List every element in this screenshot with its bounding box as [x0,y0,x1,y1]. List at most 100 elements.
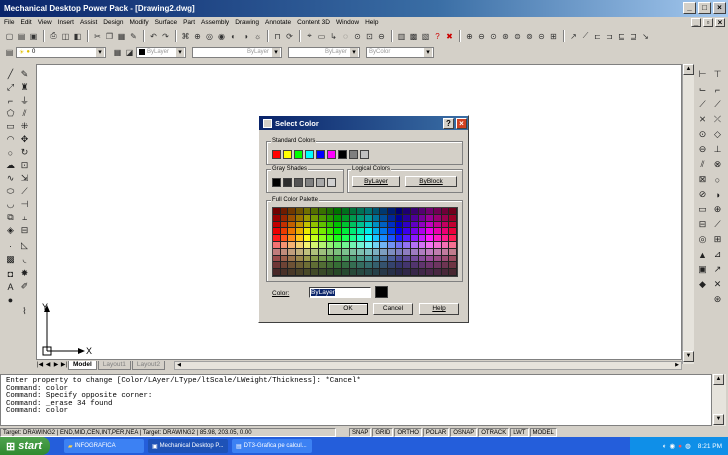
palette-cell[interactable] [349,269,358,276]
spline-icon[interactable]: ∿ [5,173,16,184]
palette-cell[interactable] [364,228,373,236]
palette-cell[interactable] [280,255,289,263]
palette-cell[interactable] [349,228,358,236]
palette-cell[interactable] [426,255,434,263]
palette-cell[interactable] [311,208,319,215]
zoom-scale-icon[interactable]: ⊜ [512,31,523,42]
palette-cell[interactable] [303,214,312,222]
palette-cell[interactable] [433,235,442,242]
join-icon[interactable]: ⊟ [19,225,30,236]
palette-cell[interactable] [426,262,434,270]
palette-cell[interactable] [318,208,327,215]
tolerance-icon[interactable]: ▭ [697,204,708,215]
snap-apparent-icon[interactable]: ⤫ [712,114,723,125]
palette-cell[interactable] [357,248,365,256]
palette-cell[interactable] [410,255,419,263]
zoom-extents-icon[interactable]: ⊛ [500,31,511,42]
tray-icon[interactable]: ● [678,443,682,450]
palette-cell[interactable] [372,248,381,256]
view-top-icon[interactable]: ▣ [697,264,708,275]
palette-cell[interactable] [288,214,296,222]
palette-cell[interactable] [364,242,373,249]
snap-node-icon[interactable]: ⊗ [712,159,723,170]
palette-cell[interactable] [341,208,350,215]
palette-cell[interactable] [395,208,404,215]
palette-cell[interactable] [295,221,304,229]
palette-cell[interactable] [364,248,373,256]
explode-icon[interactable]: ✸ [19,268,30,279]
palette-cell[interactable] [441,255,450,263]
status-ortho[interactable]: ORTHO [394,427,422,437]
palette-cell[interactable] [280,262,289,270]
orbit-icon[interactable]: ◌ [340,31,351,42]
palette-cell[interactable] [288,221,296,229]
palette-cell[interactable] [341,235,350,242]
tab-layout2[interactable]: Layout2 [131,361,166,370]
palette-cell[interactable] [387,208,396,215]
scale-icon[interactable]: ⊡ [19,160,30,171]
palette-cell[interactable] [334,262,342,270]
palette-cell[interactable] [288,255,296,263]
palette-cell[interactable] [341,262,350,270]
palette-cell[interactable] [326,242,335,249]
palette-cell[interactable] [380,228,388,236]
palette-cell[interactable] [295,208,304,215]
palette-cell[interactable] [372,269,381,276]
status-model[interactable]: MODEL [529,427,557,437]
palette-cell[interactable] [295,228,304,236]
palette-cell[interactable] [318,262,327,270]
paint-icon[interactable]: ♜ [19,82,30,93]
mirror-icon[interactable]: ⏚ [19,95,30,106]
menu-surface[interactable]: Surface [155,19,177,26]
zoom-all-icon[interactable]: ⊙ [488,31,499,42]
palette-cell[interactable] [280,228,289,236]
palette-cell[interactable] [349,235,358,242]
palette-cell[interactable] [334,235,342,242]
snap-settings-icon[interactable]: ◑ [712,189,723,200]
designcenter-icon[interactable]: ▩ [408,31,419,42]
print-icon[interactable]: ⎙ [48,31,59,42]
palette-cell[interactable] [418,235,427,242]
palette-cell[interactable] [426,228,434,236]
palette-cell[interactable] [403,221,411,229]
palette-cell[interactable] [341,255,350,263]
palette-cell[interactable] [318,235,327,242]
rectangle-icon[interactable]: ▭ [5,121,16,132]
chamfer-icon[interactable]: ◺ [19,240,30,251]
palette-cell[interactable] [433,255,442,263]
palette-cell[interactable] [326,214,335,222]
standard-color-swatch[interactable] [294,150,303,159]
palette-cell[interactable] [273,235,281,242]
dim-text-edit-icon[interactable]: ⟋ [712,219,723,230]
command-window[interactable]: Enter property to change [Color/LAyer/LT… [0,374,712,426]
menu-design[interactable]: Design [103,19,123,26]
palette-cell[interactable] [441,242,450,249]
snap-perpendicular-icon[interactable]: ⊥ [712,144,723,155]
palette-cell[interactable] [357,208,365,215]
palette-cell[interactable] [295,214,304,222]
palette-cell[interactable] [380,214,388,222]
palette-cell[interactable] [441,269,450,276]
close-button[interactable]: × [713,2,726,14]
palette-cell[interactable] [349,214,358,222]
table-icon[interactable]: ● [5,294,16,305]
palette-cell[interactable] [410,228,419,236]
cancel-button[interactable]: Cancel [373,303,413,315]
palette-cell[interactable] [426,235,434,242]
palette-cell[interactable] [326,208,335,215]
palette-cell[interactable] [364,221,373,229]
palette-cell[interactable] [288,208,296,215]
palette-cell[interactable] [334,248,342,256]
standard-color-swatch[interactable] [283,150,292,159]
help-icon[interactable]: ? [432,31,443,42]
new-icon[interactable]: ▢ [4,31,15,42]
menu-part[interactable]: Part [183,19,195,26]
status-otrack[interactable]: OTRACK [478,427,510,437]
layer-combo[interactable]: ☀ ● 0 [16,46,106,58]
snap-quadrant-icon[interactable]: ◇ [712,129,723,140]
palette-cell[interactable] [387,242,396,249]
vertical-scrollbar[interactable]: ▲ ▼ [682,64,694,364]
palette-cell[interactable] [280,248,289,256]
palette-cell[interactable] [418,248,427,256]
polyline-icon[interactable]: ⌐ [5,95,16,106]
